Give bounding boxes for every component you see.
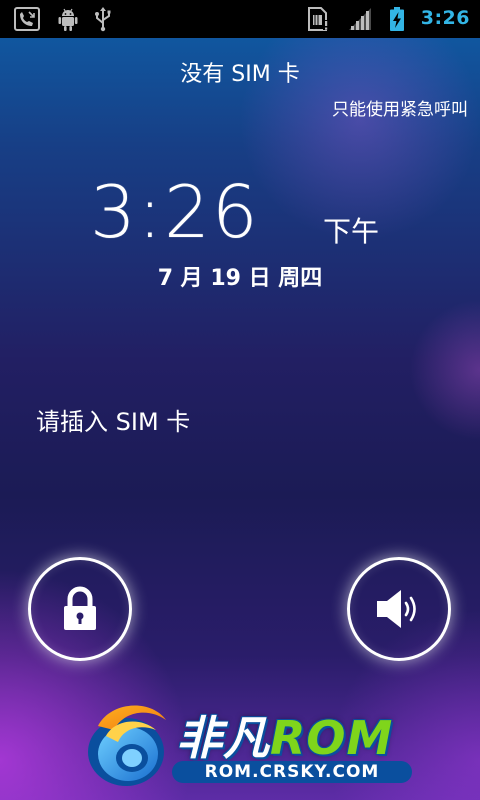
- speaker-icon: [377, 590, 416, 628]
- status-bar-clock: 3:26: [420, 7, 470, 29]
- status-bar: 3:26: [0, 0, 480, 38]
- lock-screen: 3:26 没有 SIM 卡 只能使用紧急呼叫 3:26 下午 7 月 19 日 …: [0, 0, 480, 800]
- watermark-title: 非凡ROM: [176, 702, 393, 768]
- usb-icon: [95, 7, 111, 32]
- missed-call-icon: [14, 7, 40, 31]
- watermark-title-rom: ROM: [270, 711, 394, 765]
- battery-charging-icon: [390, 7, 404, 31]
- swirl-logo-icon: [88, 705, 166, 786]
- watermark-title-cn: 非凡: [176, 711, 270, 765]
- lock-icon: [64, 586, 96, 630]
- emergency-calls-only-label: 只能使用紧急呼叫: [332, 100, 468, 120]
- carrier-label: 没有 SIM 卡: [180, 62, 300, 87]
- android-debug-icon: [58, 8, 78, 31]
- insert-sim-message: 请插入 SIM 卡: [36, 408, 191, 436]
- sound-toggle-target[interactable]: [347, 557, 451, 661]
- signal-icon: [349, 8, 371, 30]
- clock-time: 3:26: [90, 170, 260, 254]
- date-label: 7 月 19 日 周四: [157, 266, 323, 291]
- no-sim-icon: [308, 7, 329, 31]
- unlock-target[interactable]: [28, 557, 132, 661]
- lockscreen-clock: 3:26 下午: [0, 170, 480, 260]
- watermark-url: ROM.CRSKY.COM: [172, 761, 412, 783]
- clock-ampm: 下午: [323, 215, 380, 248]
- watermark-logo: 非凡ROM ROM.CRSKY.COM: [80, 696, 412, 792]
